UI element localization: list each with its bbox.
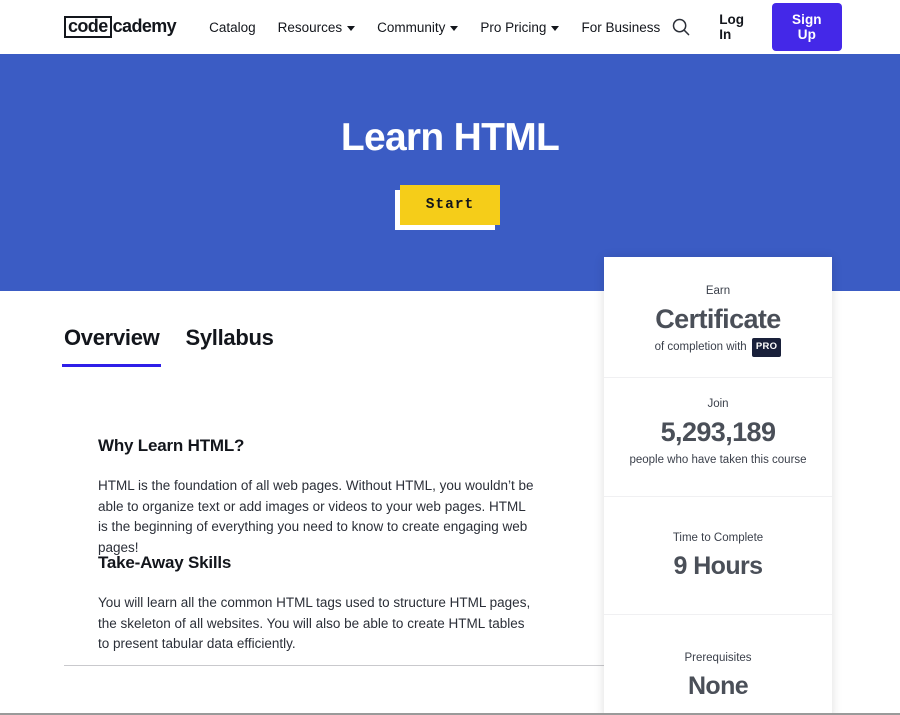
card-row-certificate: Earn Certificate of completion with PRO (604, 257, 832, 377)
search-icon[interactable] (671, 16, 691, 38)
card-row-prerequisites: Prerequisites None (604, 614, 832, 715)
nav-label: Pro Pricing (480, 20, 546, 35)
logo-boxed-text: code (64, 16, 112, 38)
sign-up-button[interactable]: Sign Up (772, 3, 842, 51)
hero-banner: Learn HTML Start (0, 54, 900, 291)
codecademy-logo[interactable]: codecademy (64, 16, 176, 38)
card-row-time-to-complete: Time to Complete 9 Hours (604, 496, 832, 614)
header-actions: Log In Sign Up (671, 3, 841, 51)
nav-label: For Business (581, 20, 660, 35)
chevron-down-icon (347, 26, 355, 31)
course-info-card: Earn Certificate of completion with PRO … (604, 257, 832, 715)
chevron-down-icon (450, 26, 458, 31)
logo-rest-text: cademy (112, 18, 176, 35)
chevron-down-icon (551, 26, 559, 31)
prerequisites-value: None (616, 668, 820, 704)
prerequisites-top-label: Prerequisites (616, 650, 820, 666)
time-top-label: Time to Complete (616, 530, 820, 546)
nav-item-community[interactable]: Community (366, 20, 469, 35)
nav-item-resources[interactable]: Resources (267, 20, 367, 35)
section-paragraph: You will learn all the common HTML tags … (98, 593, 538, 655)
course-page: codecademy Catalog Resources Community P… (0, 0, 900, 715)
certificate-top-label: Earn (616, 283, 820, 299)
card-row-join: Join 5,293,189 people who have taken thi… (604, 377, 832, 496)
section-heading: Why Learn HTML? (98, 436, 538, 456)
hero-cta-wrap: Start (0, 185, 900, 225)
certificate-bottom-prefix: of completion with (655, 341, 747, 353)
certificate-bottom-label: of completion with PRO (616, 339, 820, 358)
section-take-away-skills: Take-Away Skills You will learn all the … (98, 553, 538, 655)
section-why-learn-html: Why Learn HTML? HTML is the foundation o… (98, 436, 538, 558)
section-paragraph: HTML is the foundation of all web pages.… (98, 476, 538, 558)
page-title: Learn HTML (0, 116, 900, 160)
nav-item-for-business[interactable]: For Business (570, 20, 671, 35)
join-top-label: Join (616, 396, 820, 412)
join-bottom-label: people who have taken this course (616, 452, 820, 468)
nav-label: Catalog (209, 20, 256, 35)
nav-label: Resources (278, 20, 343, 35)
tab-bar-divider (64, 665, 604, 666)
start-button[interactable]: Start (400, 185, 501, 225)
certificate-value: Certificate (616, 301, 820, 337)
tab-overview[interactable]: Overview (64, 325, 159, 367)
section-heading: Take-Away Skills (98, 553, 538, 573)
pro-badge: PRO (752, 338, 782, 357)
join-count: 5,293,189 (616, 414, 820, 450)
log-in-link[interactable]: Log In (719, 12, 744, 42)
nav-item-catalog[interactable]: Catalog (198, 20, 267, 35)
site-header: codecademy Catalog Resources Community P… (0, 0, 900, 54)
time-value: 9 Hours (616, 548, 820, 584)
nav-item-pro-pricing[interactable]: Pro Pricing (469, 20, 570, 35)
nav-label: Community (377, 20, 445, 35)
tab-bar: Overview Syllabus (64, 325, 604, 367)
main-nav: Catalog Resources Community Pro Pricing … (198, 20, 671, 35)
tab-syllabus[interactable]: Syllabus (185, 325, 273, 367)
